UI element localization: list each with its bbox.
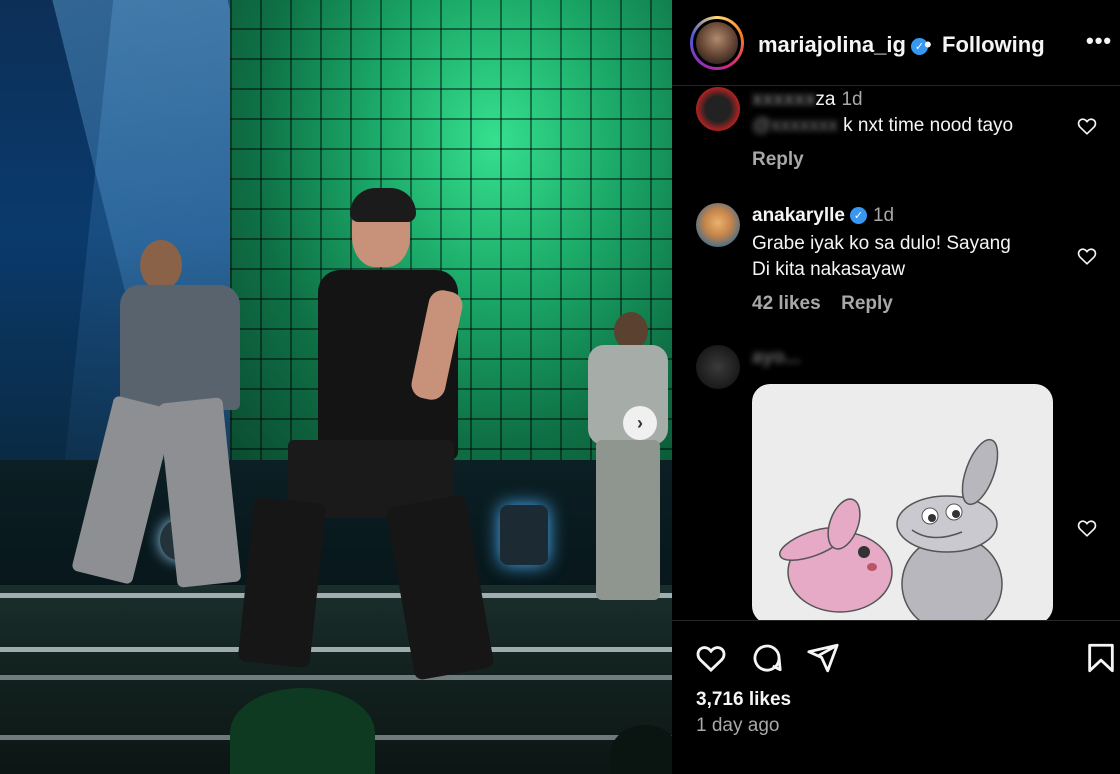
header-separator: •: [924, 32, 932, 57]
commenter-username[interactable]: anakarylle: [752, 205, 845, 226]
like-heart-icon[interactable]: [694, 641, 728, 675]
like-comment-heart-icon[interactable]: [1076, 115, 1098, 137]
commenter-avatar[interactable]: [696, 87, 740, 131]
post-likes-count[interactable]: 3,716 likes: [696, 689, 791, 711]
post-header: mariajolina_ig ✓ • Following •••: [672, 0, 1120, 86]
stage-edge: [0, 647, 672, 652]
commenter-username[interactable]: ayo...: [752, 347, 801, 368]
comment-text-line: Grabe iyak ko sa dulo! Sayang: [752, 233, 1011, 254]
stage-light-fixture: [500, 505, 548, 565]
author-username[interactable]: mariajolina_ig ✓: [758, 32, 928, 58]
post-actions-footer: 3,716 likes 1 day ago: [672, 620, 1120, 774]
reply-button[interactable]: Reply: [841, 293, 893, 314]
like-comment-heart-icon[interactable]: [1076, 245, 1098, 267]
share-paper-plane-icon[interactable]: [806, 641, 840, 675]
commenter-avatar[interactable]: [696, 203, 740, 247]
chevron-right-icon: ›: [637, 412, 643, 433]
comment-likes-count[interactable]: 42 likes: [752, 293, 821, 314]
post-side-panel: mariajolina_ig ✓ • Following ••• xxxxxxza…: [672, 0, 1120, 774]
commenter-username[interactable]: za: [815, 89, 835, 110]
more-options-icon[interactable]: •••: [1086, 28, 1112, 54]
comment-text-line: Di kita nakasayaw: [752, 259, 906, 280]
commenter-avatar[interactable]: [696, 345, 740, 389]
comment-time: 1d: [841, 89, 863, 110]
comment-text: k nxt time nood tayo: [843, 115, 1014, 136]
following-button[interactable]: Following: [942, 32, 1045, 58]
comment-bubble-icon[interactable]: [750, 641, 784, 675]
stage-edge: [0, 675, 672, 680]
author-avatar[interactable]: [690, 16, 744, 70]
post-timestamp[interactable]: 1 day ago: [696, 715, 779, 737]
comments-list[interactable]: xxxxxxza 1d @xxxxxxx k nxt time nood tayo…: [672, 87, 1120, 620]
stage-edge: [0, 593, 672, 598]
like-comment-heart-icon[interactable]: [1076, 517, 1098, 539]
carousel-next-button[interactable]: ›: [623, 406, 657, 440]
author-username-text[interactable]: mariajolina_ig: [758, 32, 906, 57]
post-photo: ›: [0, 0, 672, 774]
reply-button[interactable]: Reply: [752, 149, 804, 171]
audience-head: [230, 688, 375, 774]
comment-image-bunny-drawing[interactable]: [752, 384, 1053, 620]
comment-mention-obscured: @xxxxxxx: [752, 115, 838, 136]
bunny-drawing-illustration: [779, 438, 1003, 620]
comment-time: 1d: [872, 205, 895, 226]
verified-badge-icon: ✓: [849, 207, 867, 224]
save-bookmark-icon[interactable]: [1084, 641, 1118, 675]
commenter-username-obscured: xxxxxx: [752, 89, 816, 110]
